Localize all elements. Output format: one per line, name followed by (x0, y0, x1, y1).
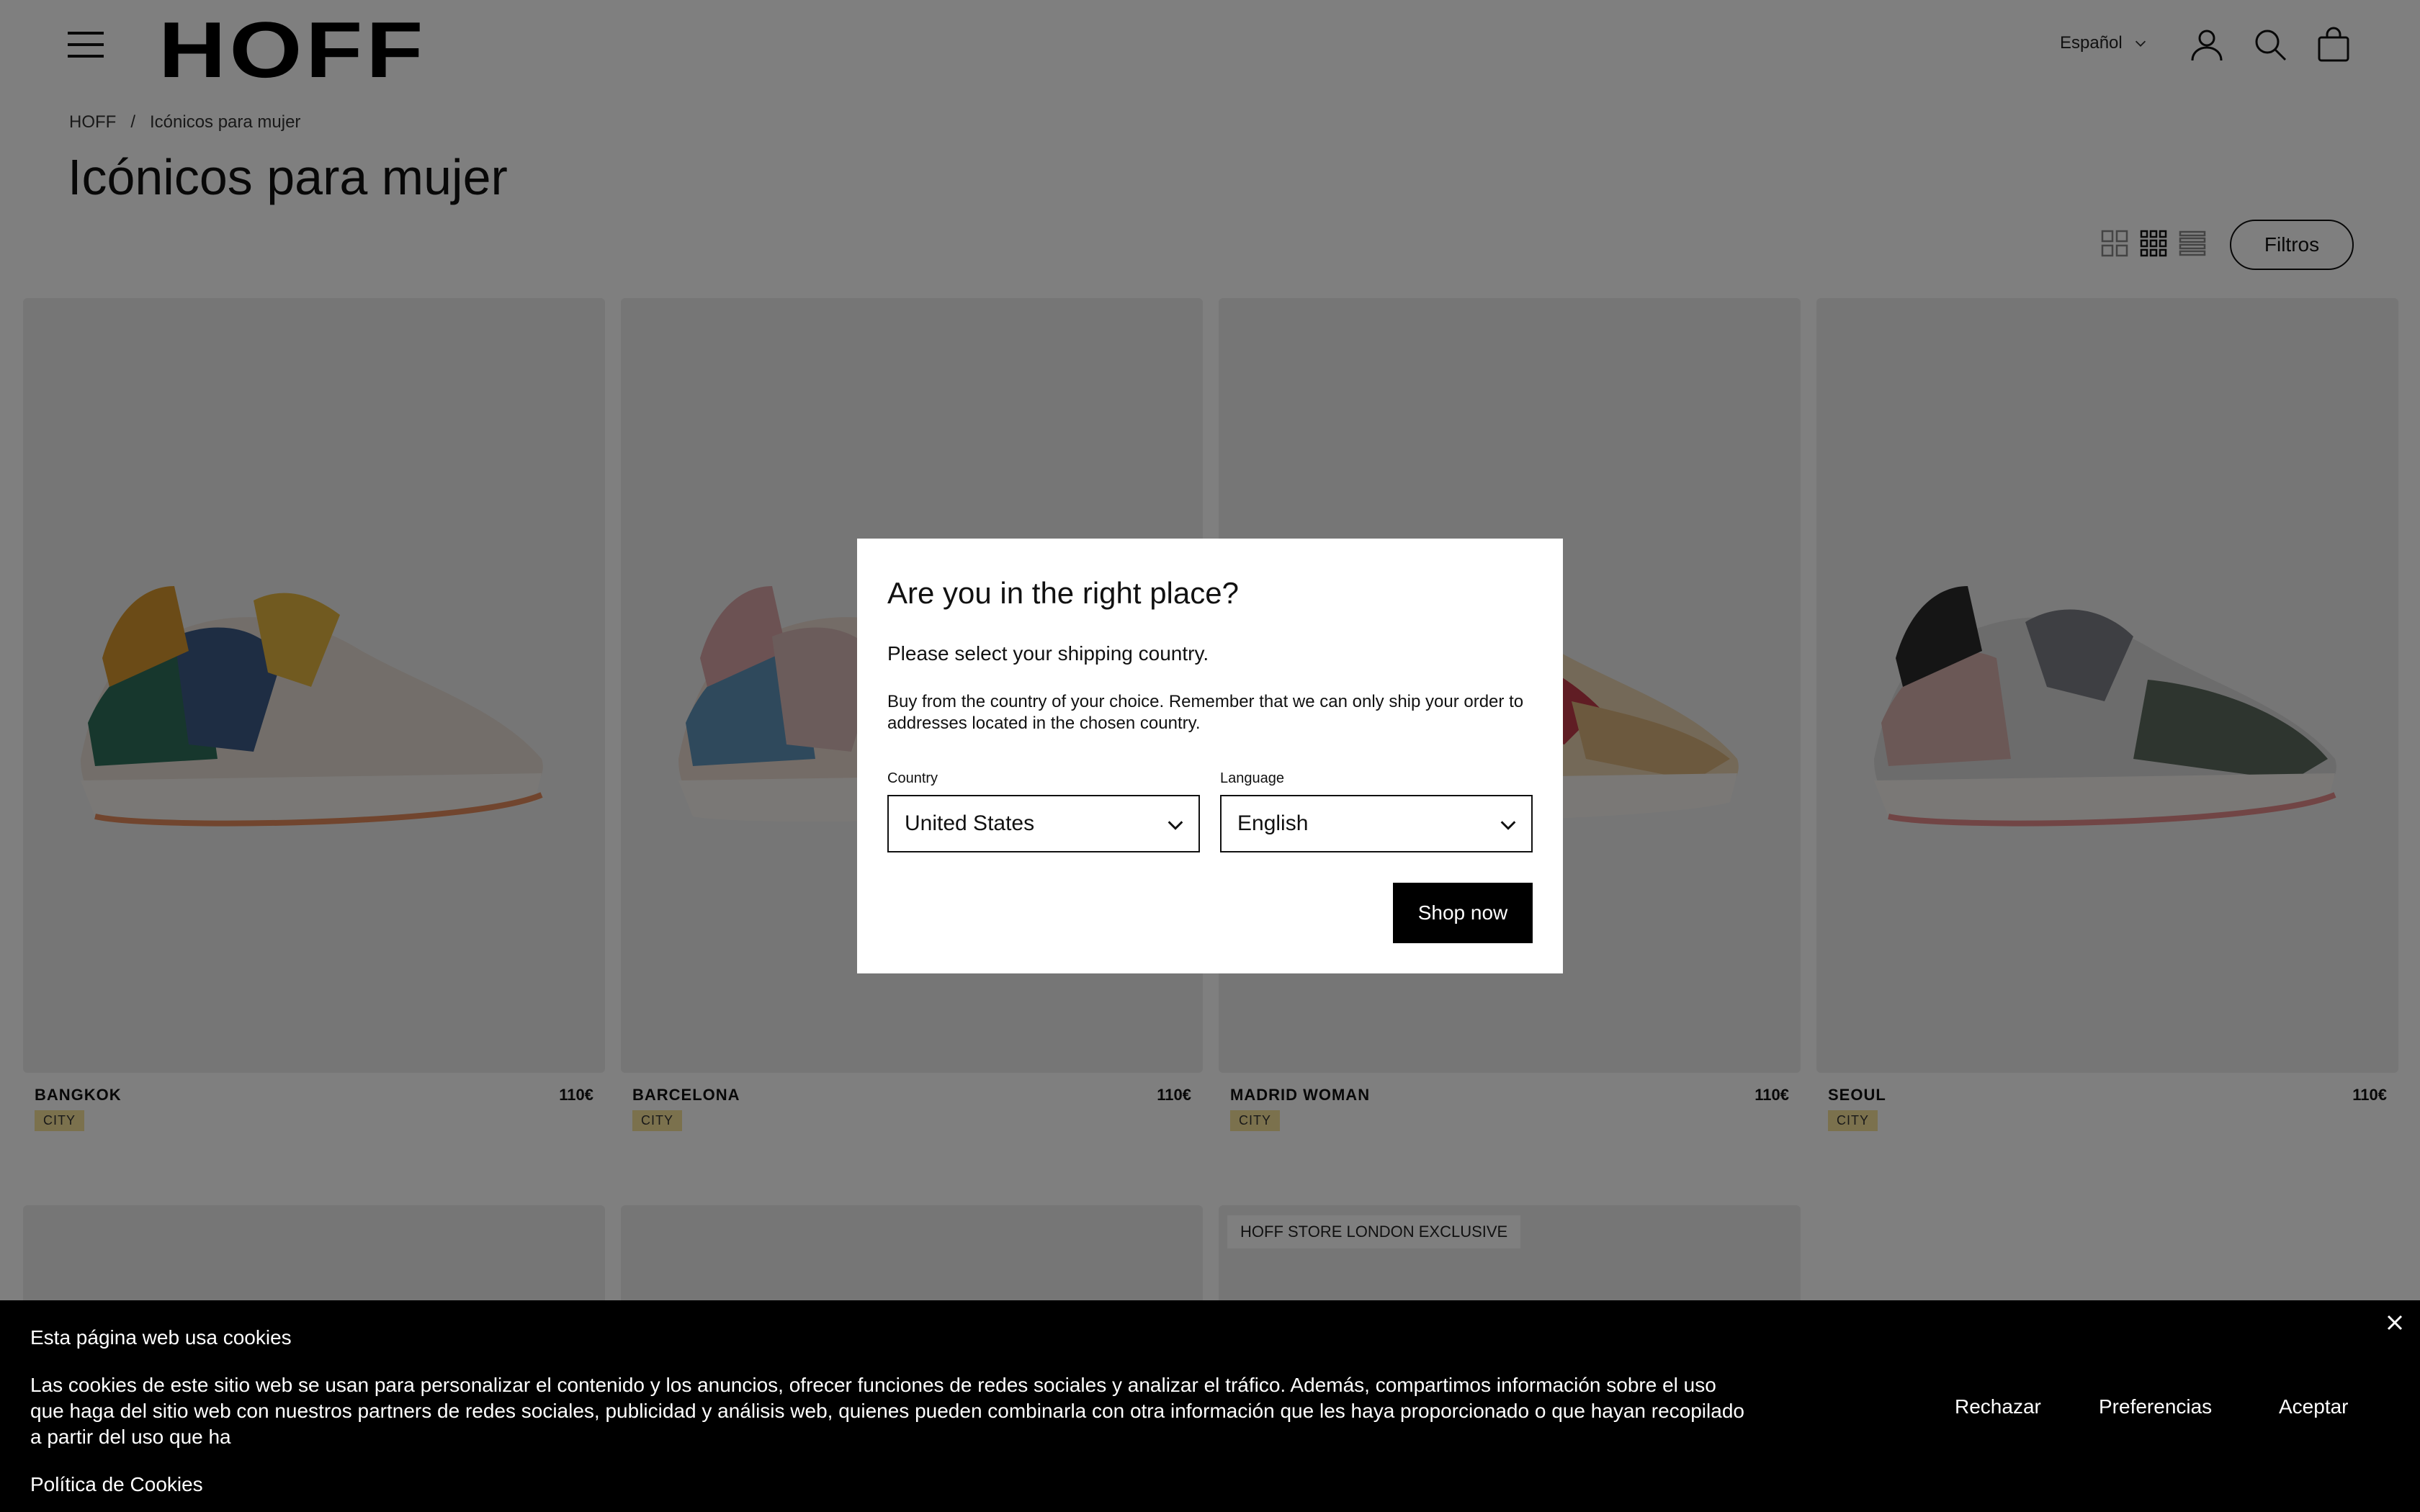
language-select[interactable]: English (1220, 795, 1533, 852)
accept-cookies-button[interactable]: Aceptar (2279, 1395, 2349, 1418)
modal-description: Buy from the country of your choice. Rem… (887, 692, 1524, 733)
close-icon[interactable] (2384, 1312, 2406, 1333)
language-label: Language (1220, 770, 1284, 786)
chevron-down-icon (1168, 821, 1183, 830)
shop-now-button[interactable]: Shop now (1393, 883, 1533, 943)
cookie-banner: Esta página web usa cookies Las cookies … (0, 1300, 2420, 1512)
cookie-policy-link[interactable]: Política de Cookies (30, 1473, 203, 1496)
language-value: English (1237, 811, 1309, 835)
modal-title: Are you in the right place? (887, 576, 1239, 610)
reject-cookies-button[interactable]: Rechazar (1955, 1395, 2041, 1418)
chevron-down-icon (1500, 821, 1516, 830)
country-selector-modal: Are you in the right place? Please selec… (857, 539, 1563, 973)
cookie-title: Esta página web usa cookies (30, 1326, 292, 1349)
modal-subtitle: Please select your shipping country. (887, 642, 1209, 665)
cookie-preferences-button[interactable]: Preferencias (2099, 1395, 2212, 1418)
cookie-text: Las cookies de este sitio web se usan pa… (30, 1374, 1744, 1448)
country-value: United States (905, 811, 1035, 835)
country-label: Country (887, 770, 938, 786)
country-select[interactable]: United States (887, 795, 1200, 852)
